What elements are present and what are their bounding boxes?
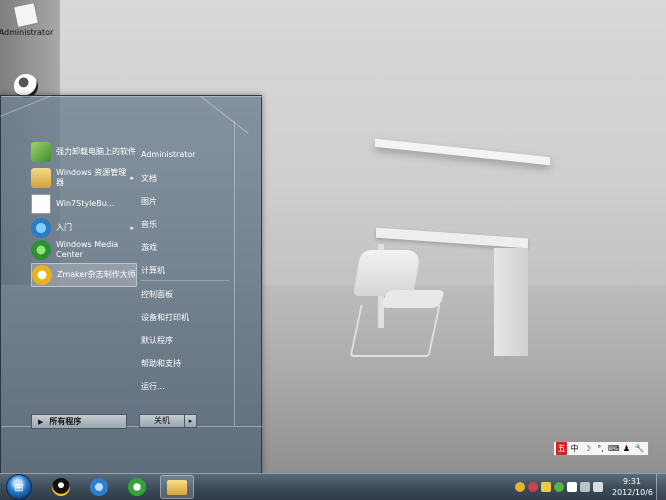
place-pictures[interactable]: 图片 bbox=[141, 196, 157, 207]
place-control-panel[interactable]: 控制面板 bbox=[141, 289, 173, 300]
desktop-icon-label: Administrator bbox=[0, 28, 54, 37]
clock-time: 9:31 bbox=[623, 477, 641, 486]
taskbar-qq[interactable] bbox=[44, 475, 78, 499]
taskbar: ⊞ 9:31 2012/10/6 bbox=[0, 473, 666, 500]
browser-360-icon bbox=[128, 478, 146, 496]
folder-icon bbox=[167, 479, 187, 495]
wallpaper-chair-seat bbox=[380, 290, 446, 308]
folder-icon bbox=[12, 1, 40, 29]
program-label: Windows 资源管理器 bbox=[56, 168, 127, 187]
taskbar-internet-explorer[interactable] bbox=[82, 475, 116, 499]
program-label: 入门 bbox=[56, 223, 72, 232]
system-tray bbox=[515, 478, 603, 496]
program-label: Win7StyleBu... bbox=[56, 199, 115, 208]
security-icon[interactable] bbox=[554, 482, 564, 492]
qq-icon bbox=[52, 478, 70, 496]
show-desktop-button[interactable] bbox=[656, 474, 666, 500]
document-icon bbox=[31, 194, 51, 214]
taskbar-360-browser[interactable] bbox=[120, 475, 154, 499]
program-windows-explorer[interactable]: Windows 资源管理器 ▸ bbox=[31, 166, 137, 190]
shutdown-options-button[interactable]: ▸ bbox=[185, 414, 197, 428]
qq-tray-icon[interactable] bbox=[515, 482, 525, 492]
place-devices-printers[interactable]: 设备和打印机 bbox=[141, 312, 189, 323]
program-getting-started[interactable]: 入门 ▸ bbox=[31, 216, 137, 240]
update-icon[interactable] bbox=[541, 482, 551, 492]
getting-started-icon bbox=[31, 218, 51, 238]
zmaker-icon bbox=[32, 265, 52, 285]
qq-alert-icon[interactable] bbox=[528, 482, 538, 492]
network-icon[interactable] bbox=[580, 482, 590, 492]
punctuation-toggle[interactable]: °, bbox=[595, 442, 606, 455]
ie-icon bbox=[90, 478, 108, 496]
action-center-flag-icon[interactable] bbox=[567, 482, 577, 492]
place-run[interactable]: 运行... bbox=[141, 381, 165, 392]
place-help-support[interactable]: 帮助和支持 bbox=[141, 358, 181, 369]
wallpaper-desk-side bbox=[494, 248, 528, 356]
language-bar: 五 中 ☽ °, ⌨ ♟ 🔧 bbox=[553, 441, 649, 456]
all-programs-button[interactable]: ▶ 所有程序 bbox=[31, 414, 127, 429]
shutdown-button[interactable]: 关机 bbox=[139, 414, 185, 428]
glass-edge bbox=[200, 96, 249, 134]
settings-wrench-icon[interactable]: 🔧 bbox=[634, 442, 645, 455]
shutdown-control: 关机 ▸ bbox=[139, 414, 197, 428]
glass-edge bbox=[234, 121, 235, 426]
taskbar-windows-explorer[interactable] bbox=[160, 475, 194, 499]
uninstall-icon bbox=[31, 142, 51, 162]
program-win7stylebuilder[interactable]: Win7StyleBu... bbox=[31, 192, 137, 216]
place-default-programs[interactable]: 默认程序 bbox=[141, 335, 173, 346]
program-label: Windows Media Center bbox=[56, 240, 119, 259]
menu-divider bbox=[141, 280, 229, 281]
volume-icon[interactable] bbox=[593, 482, 603, 492]
program-label: Zmaker杂志制作大师 bbox=[57, 270, 136, 279]
input-method-icon[interactable]: 五 bbox=[556, 442, 567, 455]
program-zmaker[interactable]: Zmaker杂志制作大师 bbox=[31, 263, 137, 287]
explorer-icon bbox=[31, 168, 51, 188]
start-menu-programs: 强力卸载电脑上的软件 Windows 资源管理器 ▸ Win7StyleBu..… bbox=[9, 128, 137, 440]
wallpaper-chair-frame bbox=[349, 305, 441, 357]
soft-keyboard-icon[interactable]: ⌨ bbox=[608, 442, 620, 455]
place-music[interactable]: 音乐 bbox=[141, 219, 157, 230]
program-label: 强力卸载电脑上的软件 bbox=[56, 147, 136, 156]
clock[interactable]: 9:31 2012/10/6 bbox=[612, 476, 654, 498]
place-games[interactable]: 游戏 bbox=[141, 242, 157, 253]
glass-edge bbox=[1, 96, 263, 97]
place-documents[interactable]: 文档 bbox=[141, 173, 157, 184]
desktop-icon-administrator[interactable]: Administrator bbox=[0, 1, 54, 37]
start-button[interactable]: ⊞ bbox=[6, 474, 32, 500]
program-uninstaller[interactable]: 强力卸载电脑上的软件 bbox=[31, 140, 137, 164]
media-center-icon bbox=[31, 240, 51, 260]
half-width-toggle-icon[interactable]: ☽ bbox=[582, 442, 593, 455]
windows-logo-icon: ⊞ bbox=[14, 480, 24, 494]
clock-date: 2012/10/6 bbox=[612, 488, 654, 497]
glass-edge bbox=[0, 95, 51, 119]
submenu-arrow-icon: ▸ bbox=[130, 224, 134, 232]
all-programs-label: 所有程序 bbox=[49, 417, 82, 426]
submenu-arrow-icon: ▸ bbox=[130, 174, 134, 182]
place-user-folder[interactable]: Administrator bbox=[141, 150, 196, 159]
start-menu: 强力卸载电脑上的软件 Windows 资源管理器 ▸ Win7StyleBu..… bbox=[0, 95, 263, 474]
place-computer[interactable]: 计算机 bbox=[141, 265, 165, 276]
user-icon[interactable]: ♟ bbox=[621, 442, 632, 455]
chinese-mode-toggle[interactable]: 中 bbox=[569, 442, 580, 455]
program-media-center[interactable]: Windows Media Center bbox=[31, 238, 137, 262]
arrow-right-icon: ▶ bbox=[38, 417, 44, 426]
